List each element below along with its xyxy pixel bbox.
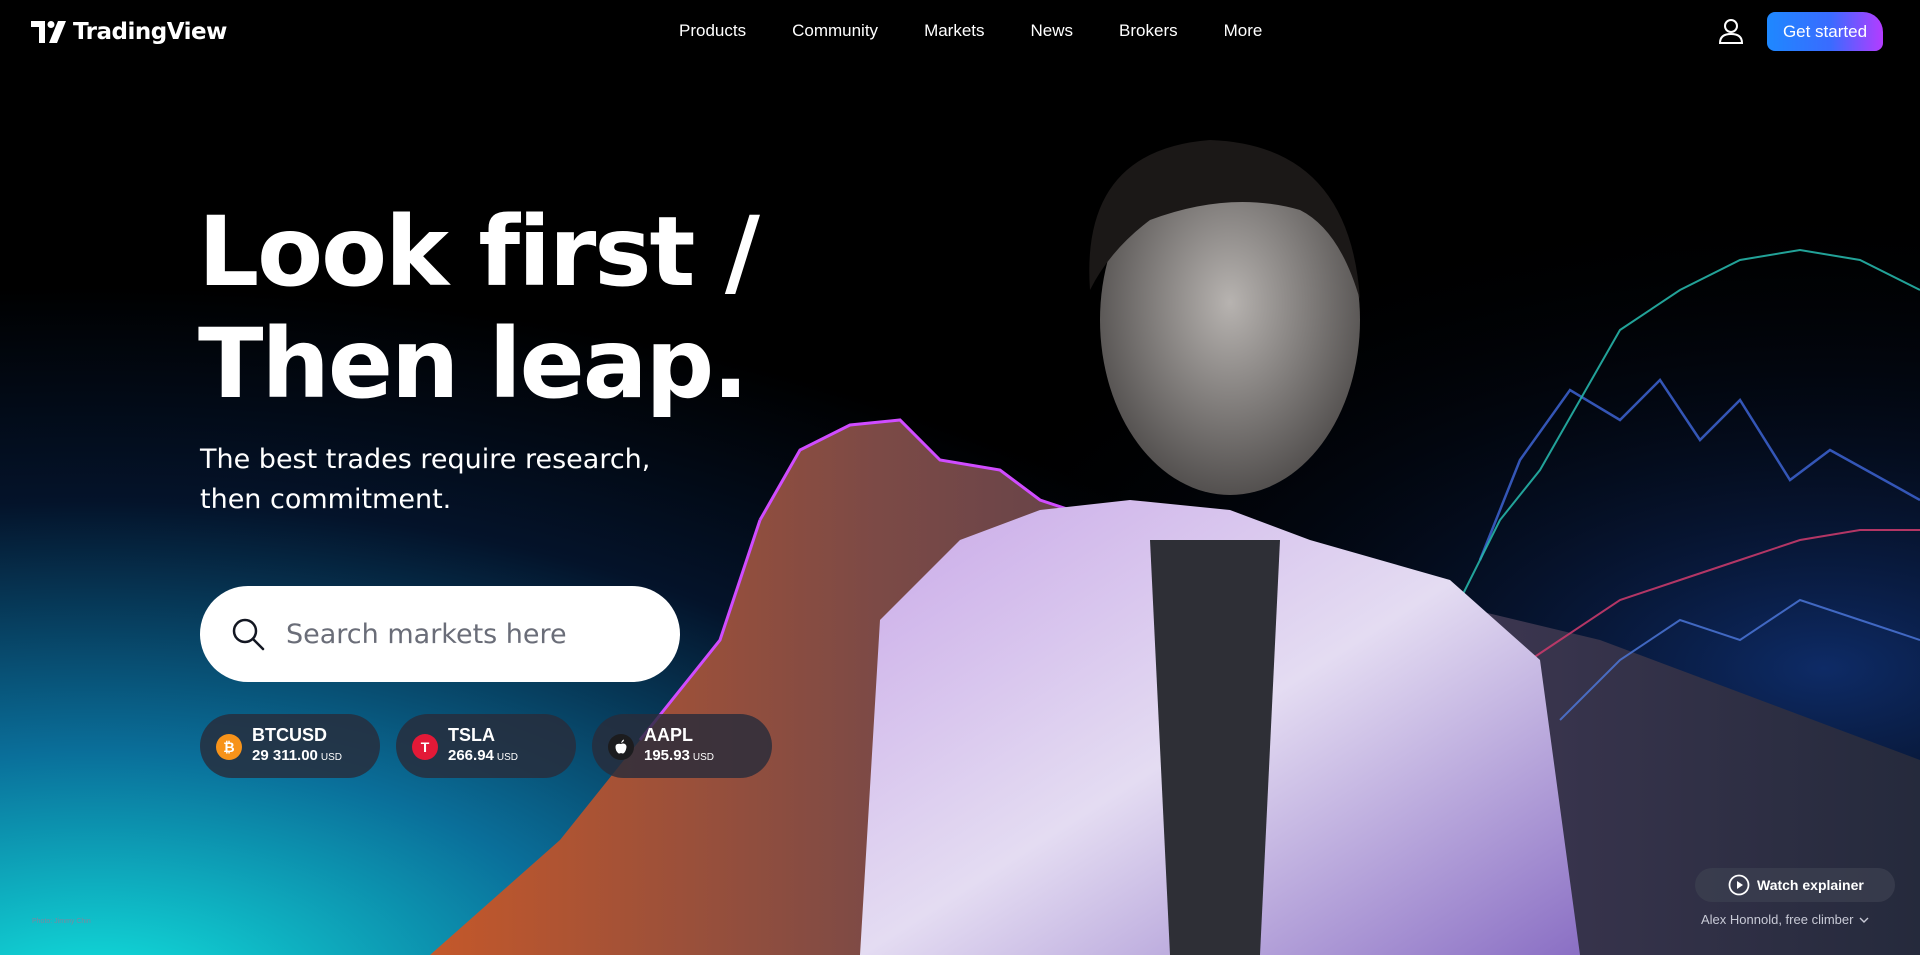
logo[interactable]: TradingView [31,19,227,45]
nav-products[interactable]: Products [656,20,769,42]
watch-explainer-label: Watch explainer [1757,877,1864,893]
photo-credit: Photo: Jimmy Chin [32,918,91,925]
tradingview-logo-icon [31,21,66,43]
ticker-aapl[interactable]: AAPL 195.93 USD [592,714,772,778]
market-search[interactable] [200,586,680,682]
get-started-button[interactable]: Get started [1767,12,1883,51]
tesla-icon: T [412,734,438,760]
apple-icon [608,734,634,760]
ticker-symbol: TSLA [448,725,495,745]
ticker-list: ₿ BTCUSD 29 311.00 USD T TSLA 266.94 USD A… [200,714,772,778]
ticker-currency: USD [692,752,715,763]
nav-brokers[interactable]: Brokers [1096,20,1201,42]
ticker-symbol: BTCUSD [252,725,327,745]
nav-markets[interactable]: Markets [901,20,1007,42]
ticker-price-value: 195.93 [644,747,690,764]
search-icon [232,618,265,651]
site-header: TradingView Products Community Markets N… [0,0,1920,64]
hero-headline: Look first / Then leap. [198,196,760,420]
ticker-price-value: 266.94 [448,747,494,764]
apple-logo-icon [615,739,627,754]
search-input[interactable] [286,612,656,656]
play-icon [1728,874,1750,896]
ticker-currency: USD [496,752,519,763]
ticker-price-value: 29 311.00 [252,747,318,764]
ticker-price: 266.94 USD [448,747,518,764]
ticker-tsla[interactable]: T TSLA 266.94 USD [396,714,576,778]
logo-text: TradingView [73,19,227,45]
hero-subtitle: The best trades require research, then c… [200,444,651,515]
bitcoin-icon: ₿ [216,734,242,760]
watch-explainer-button[interactable]: Watch explainer [1695,868,1895,902]
ticker-price: 195.93 USD [644,747,714,764]
ticker-btcusd[interactable]: ₿ BTCUSD 29 311.00 USD [200,714,380,778]
caption-text: Alex Honnold, free climber [1701,912,1854,927]
ticker-price: 29 311.00 USD [252,747,342,764]
ticker-symbol: AAPL [644,725,693,745]
nav-community[interactable]: Community [769,20,901,42]
nav-more[interactable]: More [1201,20,1286,42]
user-icon[interactable] [1716,16,1746,46]
photo-caption[interactable]: Alex Honnold, free climber [1701,912,1869,927]
nav-news[interactable]: News [1008,20,1097,42]
chevron-down-icon [1859,917,1869,923]
headline-line-1: Look first / [198,196,760,308]
ticker-currency: USD [320,752,343,763]
main-nav: Products Community Markets News Brokers … [656,20,1285,42]
headline-line-2: Then leap. [198,308,749,420]
